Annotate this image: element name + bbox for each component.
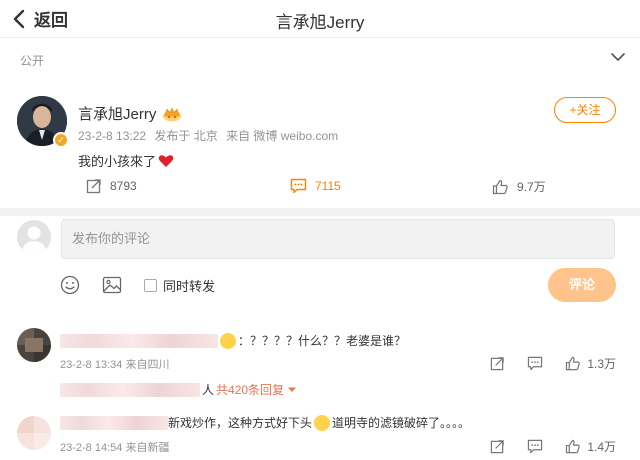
comment-text: 新戏炒作，这种方式好下头 道明寺的滤镜破碎了。。。。: [60, 414, 470, 431]
blurred-username: [60, 333, 218, 348]
visibility-label: 公开: [20, 54, 45, 68]
post-text: 我的小孩來了: [78, 154, 157, 169]
image-button[interactable]: [102, 275, 122, 295]
caret-down-icon: [288, 387, 297, 392]
emoji-button[interactable]: [60, 275, 80, 295]
follow-button[interactable]: +关注: [554, 97, 616, 123]
thumb-up-icon: [566, 356, 581, 371]
comment-like-count: 1.4万: [587, 440, 616, 454]
comment-like-button[interactable]: 1.4万: [565, 438, 616, 455]
thumb-up-icon: [492, 179, 508, 194]
blurred-avatar: [17, 416, 51, 450]
comment-input[interactable]: 发布你的评论: [61, 219, 615, 259]
emoji-icon: [220, 332, 236, 349]
comment-icon: [290, 178, 307, 194]
repost-icon[interactable]: [490, 356, 505, 371]
repost-icon: [86, 179, 101, 194]
heart-emoji-icon: [158, 154, 174, 167]
comment-count: 7115: [315, 179, 341, 193]
commenter-avatar[interactable]: [17, 328, 51, 362]
submit-comment-button[interactable]: 评论: [548, 268, 616, 302]
comment-source: 来自新疆: [125, 442, 170, 454]
post-actions: 8793 7115 9.7万: [0, 178, 640, 200]
image-icon: [102, 276, 122, 294]
comment-like-count: 1.3万: [587, 357, 616, 371]
comment-composer: 发布你的评论 同时转发 评论: [0, 216, 640, 316]
comment-text: ：？？？？什么？？老婆是谁？: [60, 332, 406, 349]
comment-meta: 23-2-8 14:54 来自新疆: [60, 439, 169, 455]
comment-body: ：？？？？什么？？老婆是谁？: [238, 334, 407, 348]
comment-button[interactable]: 7115: [290, 178, 341, 194]
author-name[interactable]: 言承旭Jerry: [78, 103, 156, 124]
comment-time: 23-2-8 13:34: [60, 359, 123, 371]
comment-meta: 23-2-8 13:34 来自四川: [60, 356, 169, 372]
repost-icon[interactable]: [490, 439, 505, 454]
repost-checkbox[interactable]: 同时转发: [144, 276, 215, 295]
repost-count: 8793: [110, 179, 137, 193]
top-bar: 返回 言承旭Jerry: [0, 0, 640, 38]
crown-icon: [163, 106, 182, 121]
checkbox-box[interactable]: [144, 278, 157, 292]
section-divider: [0, 208, 640, 216]
comment-like-button[interactable]: 1.3万: [565, 355, 616, 372]
commenter-avatar[interactable]: [17, 416, 51, 450]
reply-summary: 人 共420条回复: [60, 381, 297, 398]
comment-time: 23-2-8 14:54: [60, 442, 123, 454]
post-content: 我的小孩來了: [78, 151, 174, 170]
verified-badge-icon: ✓: [53, 132, 69, 148]
post-location: 发布于 北京: [154, 129, 218, 143]
like-button[interactable]: 9.7万: [492, 178, 546, 195]
weibo-post: ✓ 言承旭Jerry 23-2-8 13:22 发布于 北京 来自 微博 wei…: [0, 78, 640, 208]
blurred-avatar: [17, 328, 51, 362]
blurred-reply-users: [60, 382, 200, 397]
author-name-row: 言承旭Jerry: [78, 103, 182, 124]
post-date: 23-2-8 13:22: [78, 129, 147, 143]
comment-actions: 1.4万: [490, 438, 616, 455]
composer-tools: 同时转发: [60, 274, 215, 296]
blurred-username: [60, 415, 168, 430]
reply-suffix: 人: [202, 383, 215, 397]
like-count: 9.7万: [517, 180, 546, 194]
comment-body-part1: 新戏炒作，这种方式好下头: [168, 416, 313, 430]
page-title: 言承旭Jerry: [275, 13, 365, 32]
comment-body-part2: 道明寺的滤镜破碎了。。。。: [332, 416, 471, 430]
repost-checkbox-label: 同时转发: [163, 278, 216, 294]
reply-count-label: 共420条回复: [216, 383, 285, 397]
default-avatar-icon: [17, 220, 51, 254]
repost-button[interactable]: 8793: [86, 178, 137, 194]
comment-icon[interactable]: [527, 439, 543, 454]
view-replies-link[interactable]: 共420条回复: [216, 381, 297, 398]
comment-icon[interactable]: [527, 356, 543, 371]
comment-actions: 1.3万: [490, 355, 616, 372]
emoji-icon: [314, 414, 331, 431]
comment-source: 来自四川: [125, 359, 170, 371]
chevron-down-icon[interactable]: [610, 50, 626, 64]
thumb-up-icon: [566, 439, 581, 454]
post-meta: 23-2-8 13:22 发布于 北京 来自 微博 weibo.com: [78, 127, 343, 144]
user-avatar: [17, 220, 51, 254]
smiley-icon: [60, 275, 80, 295]
visibility-row[interactable]: 公开: [0, 44, 640, 74]
post-source: 来自 微博 weibo.com: [226, 129, 339, 143]
